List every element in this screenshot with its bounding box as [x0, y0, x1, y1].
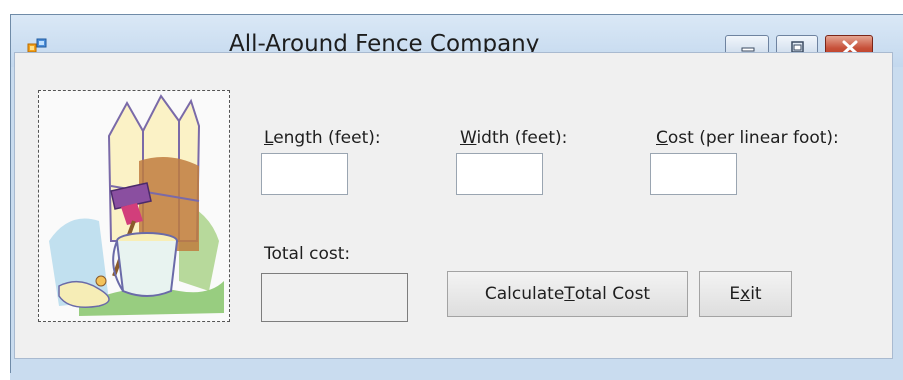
total-cost-output	[261, 273, 408, 322]
fence-painting-picturebox	[38, 90, 230, 322]
width-input[interactable]	[456, 153, 543, 195]
fence-painting-clipart-icon	[49, 94, 224, 316]
cost-input[interactable]	[650, 153, 737, 195]
window-bottom-border	[10, 373, 903, 380]
length-input[interactable]	[261, 153, 348, 195]
cost-label: Cost (per linear foot):	[656, 128, 839, 148]
calculate-total-cost-button[interactable]: Calculate Total Cost	[447, 271, 688, 317]
exit-button[interactable]: Ex it	[699, 271, 792, 317]
length-label: Length (feet):	[264, 128, 381, 148]
total-cost-label: Total cost:	[264, 244, 351, 264]
width-label: Width (feet):	[460, 128, 568, 148]
